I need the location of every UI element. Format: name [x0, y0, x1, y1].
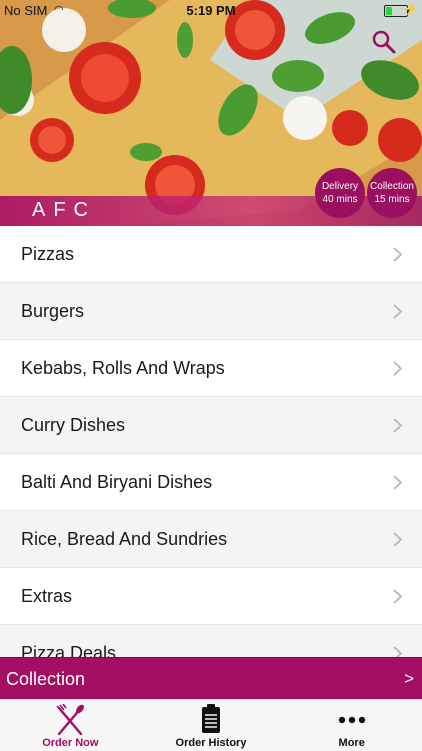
tab-bar: Order Now Order History More — [0, 699, 422, 751]
menu-category-burgers[interactable]: Burgers — [0, 283, 422, 340]
order-mode-bar[interactable]: Collection > — [0, 657, 422, 700]
menu-category-balti[interactable]: Balti And Biryani Dishes — [0, 454, 422, 511]
delivery-time: 40 mins — [322, 194, 358, 205]
menu-category-label: Curry Dishes — [21, 414, 126, 435]
receipt-icon — [202, 704, 220, 733]
tab-label: More — [338, 737, 365, 749]
menu-category-label: Burgers — [21, 300, 85, 321]
menu-category-list: Pizzas Burgers Kebabs, Rolls And Wraps C… — [0, 226, 422, 657]
menu-category-pizzas[interactable]: Pizzas — [0, 226, 422, 283]
charging-icon: ⚡ — [403, 2, 418, 16]
more-dots-icon — [338, 716, 365, 724]
tab-more[interactable]: More — [281, 700, 422, 751]
tab-order-now[interactable]: Order Now — [0, 700, 141, 751]
menu-category-label: Pizza Deals — [21, 642, 117, 658]
chevron-right-icon — [393, 418, 402, 433]
chevron-right-icon — [393, 361, 402, 376]
menu-category-label: Rice, Bread And Sundries — [21, 528, 228, 549]
menu-category-kebabs[interactable]: Kebabs, Rolls And Wraps — [0, 340, 422, 397]
chevron-right-icon — [393, 304, 402, 319]
chevron-right-icon — [393, 247, 402, 262]
tab-order-history[interactable]: Order History — [141, 700, 282, 751]
search-icon[interactable] — [372, 30, 396, 54]
chevron-right-icon — [393, 589, 402, 604]
menu-category-label: Pizzas — [21, 243, 75, 264]
collection-time-badge: Collection 15 mins — [367, 168, 417, 218]
status-bar: No SIM ◠ 5:19 PM ⚡ — [0, 0, 422, 22]
header-banner: No SIM ◠ 5:19 PM ⚡ AFC Delivery 40 mins … — [0, 0, 422, 226]
menu-category-label: Kebabs, Rolls And Wraps — [21, 357, 225, 378]
order-mode-arrow: > — [404, 669, 414, 688]
fork-knife-icon — [56, 704, 85, 736]
menu-category-label: Extras — [21, 585, 73, 606]
chevron-right-icon — [393, 475, 402, 490]
menu-category-curry[interactable]: Curry Dishes — [0, 397, 422, 454]
tab-label: Order History — [175, 737, 247, 749]
chevron-right-icon — [393, 532, 402, 547]
delivery-time-badge: Delivery 40 mins — [315, 168, 365, 218]
chevron-right-icon — [393, 646, 402, 657]
menu-category-pizza-deals[interactable]: Pizza Deals — [0, 625, 422, 657]
delivery-label: Delivery — [321, 181, 359, 192]
menu-category-extras[interactable]: Extras — [0, 568, 422, 625]
tab-label: Order Now — [42, 737, 99, 749]
menu-category-label: Balti And Biryani Dishes — [21, 471, 213, 492]
restaurant-name: AFC — [32, 199, 96, 221]
collection-label: Collection — [370, 181, 414, 192]
collection-time: 15 mins — [374, 194, 410, 205]
order-mode-label: Collection — [6, 669, 86, 689]
menu-category-rice[interactable]: Rice, Bread And Sundries — [0, 511, 422, 568]
clock-time: 5:19 PM — [186, 3, 236, 18]
